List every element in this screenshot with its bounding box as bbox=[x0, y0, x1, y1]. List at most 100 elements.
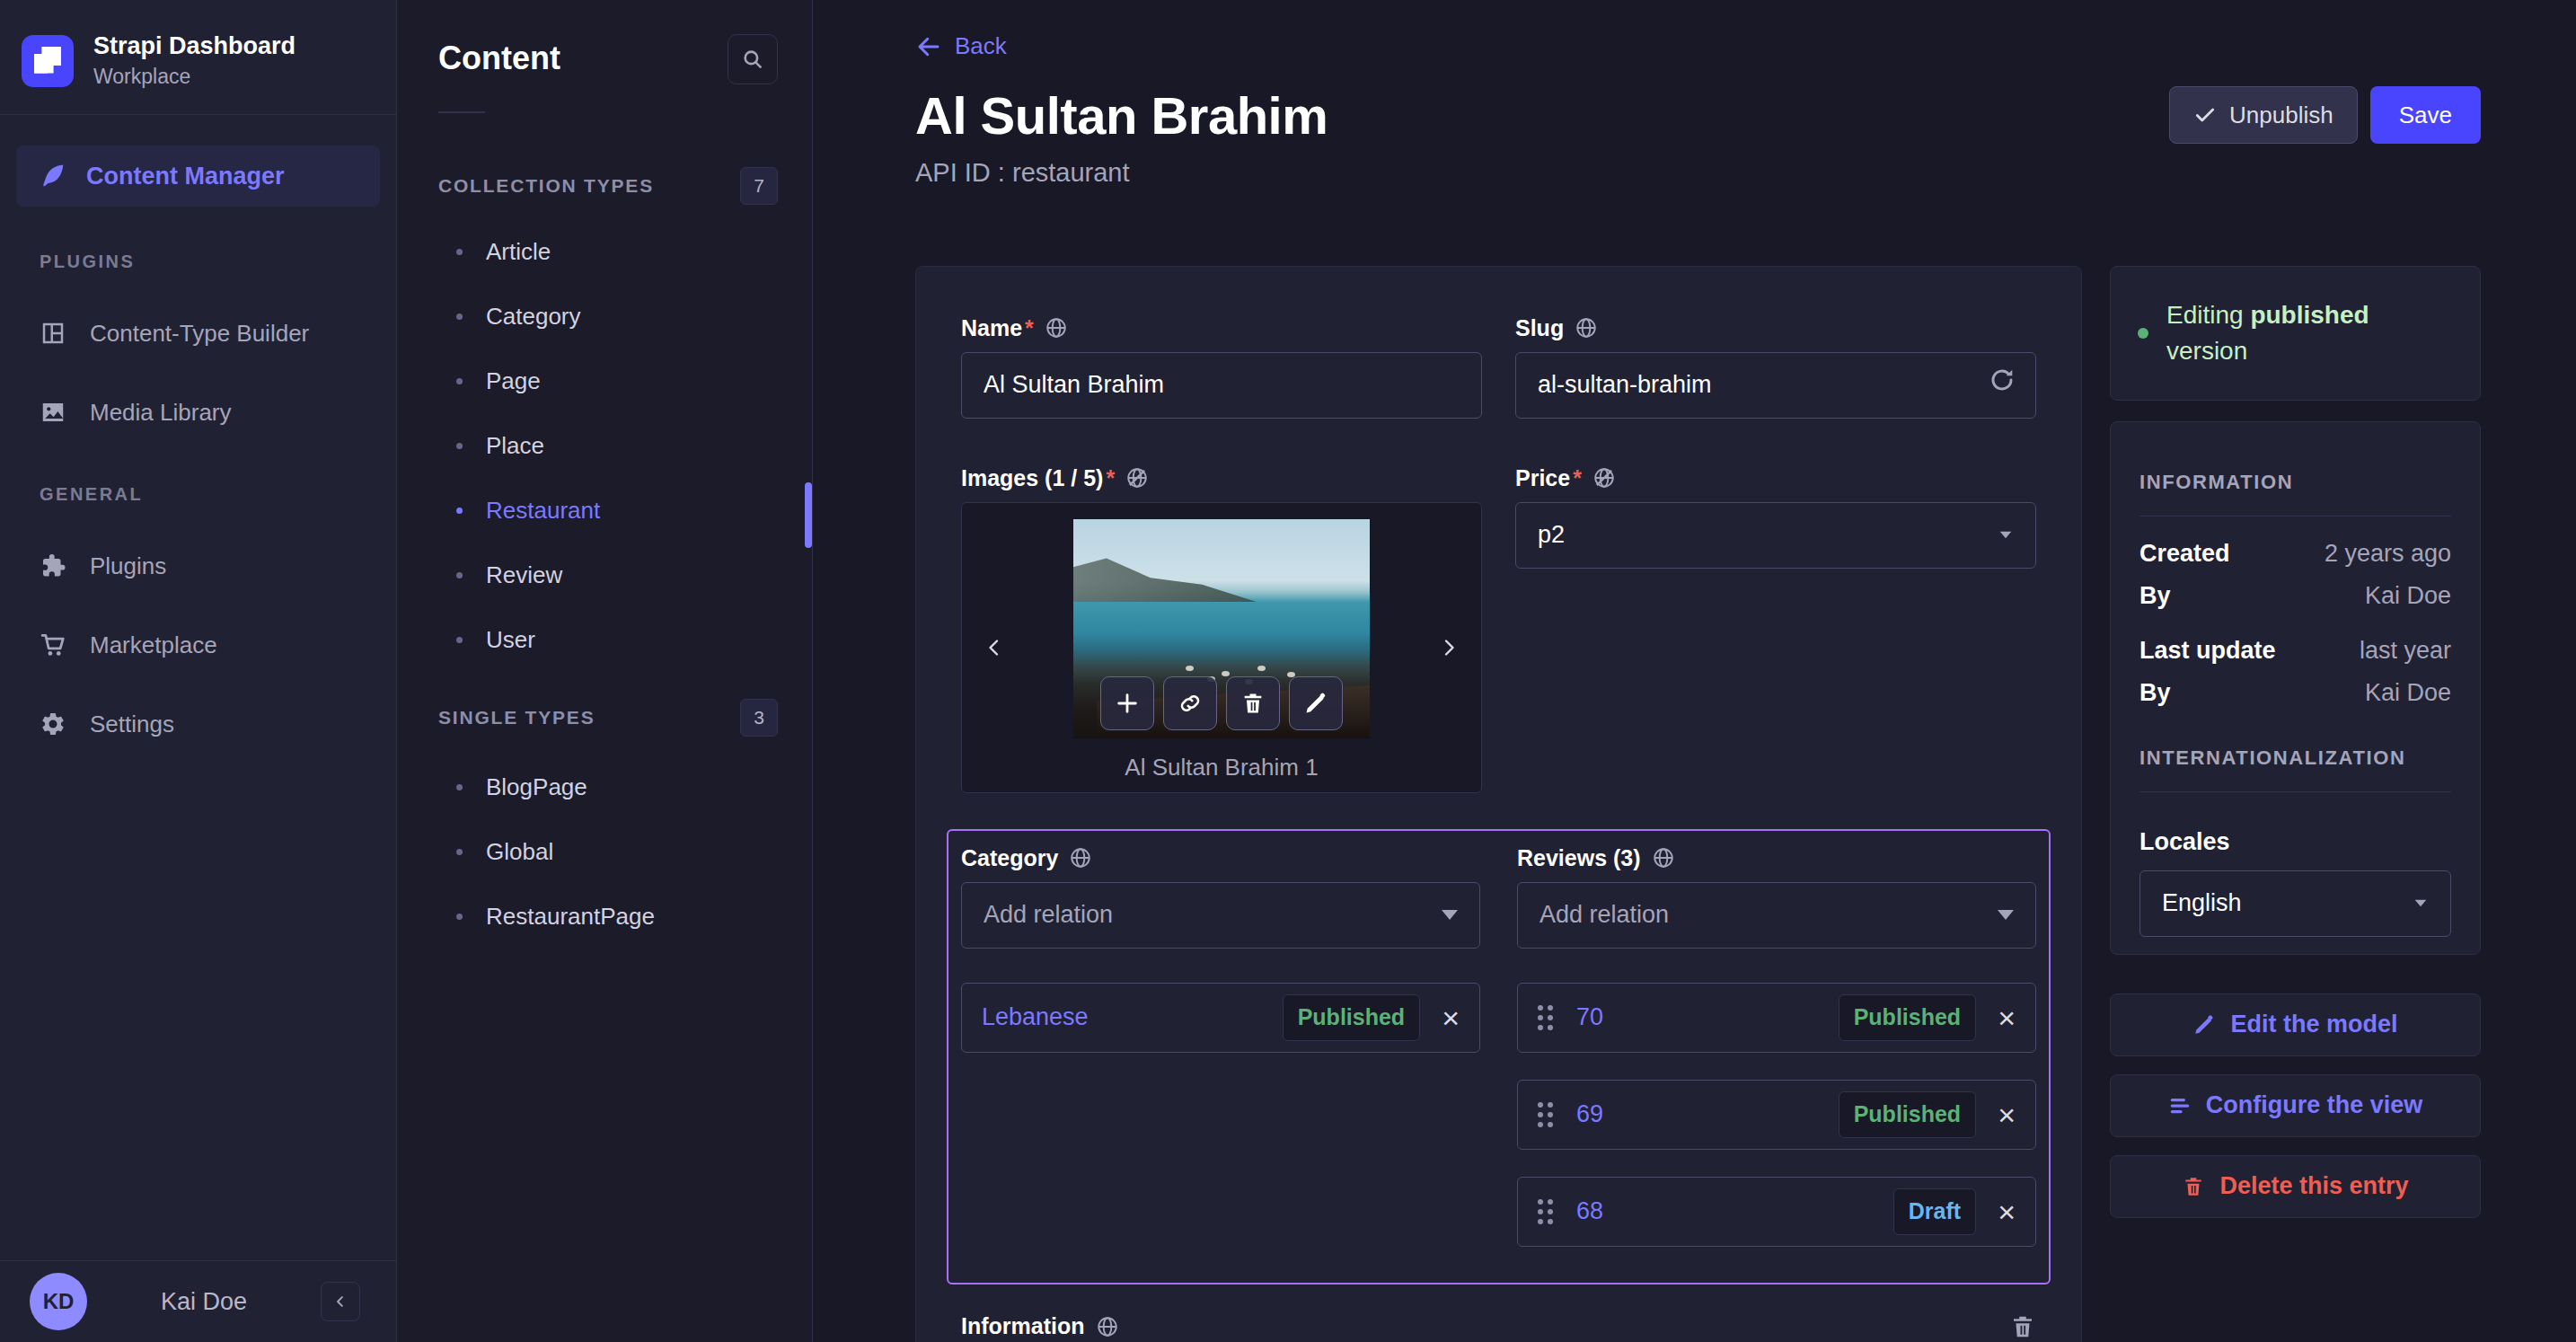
image-caption: Al Sultan Brahim 1 bbox=[962, 754, 1481, 781]
globe-icon bbox=[1575, 316, 1598, 340]
name-input[interactable] bbox=[961, 352, 1482, 419]
drag-handle-icon[interactable] bbox=[1538, 1005, 1553, 1030]
price-select[interactable]: p2 bbox=[1515, 502, 2036, 569]
carousel-prev-button[interactable] bbox=[984, 637, 1005, 658]
chevron-left-icon bbox=[984, 637, 1005, 658]
updated-by-row: ByKai Doe bbox=[2139, 679, 2451, 707]
status-badge: Published bbox=[1839, 994, 1976, 1041]
avatar[interactable]: KD bbox=[30, 1273, 87, 1330]
subnav-item-global[interactable]: Global bbox=[438, 819, 778, 884]
subnav-item-restaurantpage[interactable]: RestaurantPage bbox=[438, 884, 778, 949]
collection-types-label: COLLECTION TYPES bbox=[438, 175, 654, 197]
bullet bbox=[456, 313, 463, 320]
drag-handle-icon[interactable] bbox=[1538, 1199, 1553, 1224]
user-name: Kai Doe bbox=[87, 1288, 321, 1316]
chevron-down-icon bbox=[2415, 900, 2427, 907]
globe-icon bbox=[1069, 846, 1092, 870]
chevron-down-icon bbox=[1442, 910, 1458, 920]
plus-icon bbox=[1115, 691, 1140, 716]
remove-relation-button[interactable]: × bbox=[1998, 1002, 2016, 1033]
carousel-next-button[interactable] bbox=[1438, 637, 1460, 658]
slug-input[interactable] bbox=[1515, 352, 2036, 419]
images-label: Images (1 / 5)* bbox=[961, 465, 1482, 491]
delete-entry-button[interactable]: Delete this entry bbox=[2110, 1155, 2481, 1218]
sidebar-item-settings[interactable]: Settings bbox=[0, 684, 396, 764]
remove-relation-button[interactable]: × bbox=[1998, 1099, 2016, 1130]
relation-item[interactable]: 70 Published × bbox=[1517, 983, 2036, 1053]
single-types-label: SINGLE TYPES bbox=[438, 707, 595, 728]
relations-group: Category Add relation Lebanese Published bbox=[947, 829, 2051, 1285]
trash-icon bbox=[2182, 1175, 2205, 1198]
configure-view-button[interactable]: Configure the view bbox=[2110, 1074, 2481, 1137]
drag-handle-icon[interactable] bbox=[1538, 1102, 1553, 1127]
copy-link-button[interactable] bbox=[1163, 676, 1217, 730]
sidebar-item-label: Media Library bbox=[90, 399, 232, 427]
entry-form-card: Name* Slug bbox=[915, 266, 2082, 1342]
remove-relation-button[interactable]: × bbox=[1998, 1196, 2016, 1227]
relation-item[interactable]: 69 Published × bbox=[1517, 1080, 2036, 1150]
delete-image-button[interactable] bbox=[1226, 676, 1280, 730]
regenerate-icon[interactable] bbox=[1988, 366, 2016, 394]
workspace-brand[interactable]: Strapi Dashboard Workplace bbox=[0, 0, 396, 114]
sidebar-item-media-library[interactable]: Media Library bbox=[0, 373, 396, 452]
slug-field: Slug bbox=[1515, 315, 2036, 419]
relation-link[interactable]: 70 bbox=[1576, 1003, 1603, 1031]
chevron-down-icon bbox=[2000, 532, 2012, 539]
single-types-count: 3 bbox=[740, 699, 778, 737]
collapse-sidebar-button[interactable] bbox=[321, 1282, 360, 1321]
main-navigation: Strapi Dashboard Workplace Content Manag… bbox=[0, 0, 397, 1342]
chevron-left-icon bbox=[332, 1293, 348, 1310]
subnav-item-review[interactable]: Review bbox=[438, 543, 778, 607]
sidebar-item-plugins[interactable]: Plugins bbox=[0, 526, 396, 605]
reviews-add-relation[interactable]: Add relation bbox=[1517, 882, 2036, 949]
information-panel: INFORMATION Created2 years ago ByKai Doe… bbox=[2110, 421, 2481, 955]
scrollbar-indicator[interactable] bbox=[805, 482, 812, 548]
created-by-row: ByKai Doe bbox=[2139, 582, 2451, 610]
subnav-item-category[interactable]: Category bbox=[438, 284, 778, 349]
subnav-item-page[interactable]: Page bbox=[438, 349, 778, 413]
relation-item[interactable]: Lebanese Published × bbox=[961, 983, 1480, 1053]
search-icon bbox=[741, 48, 764, 71]
entry-side-panel: Editing published version INFORMATION Cr… bbox=[2110, 266, 2481, 1218]
edit-image-button[interactable] bbox=[1289, 676, 1343, 730]
edit-model-button[interactable]: Edit the model bbox=[2110, 993, 2481, 1056]
sidebar-item-content-manager[interactable]: Content Manager bbox=[16, 146, 380, 207]
relation-link[interactable]: 69 bbox=[1576, 1100, 1603, 1128]
bullet bbox=[456, 249, 463, 255]
subnav-item-label: Page bbox=[486, 367, 541, 395]
relation-item[interactable]: 68 Draft × bbox=[1517, 1177, 2036, 1247]
subnav-item-article[interactable]: Article bbox=[438, 219, 778, 284]
last-update-row: Last updatelast year bbox=[2139, 637, 2451, 665]
subnav-item-user[interactable]: User bbox=[438, 607, 778, 672]
link-icon bbox=[1178, 691, 1203, 716]
subnav-item-blogpage[interactable]: BlogPage bbox=[438, 755, 778, 819]
user-footer: KD Kai Doe bbox=[0, 1260, 396, 1342]
page-title: Al Sultan Brahim bbox=[915, 85, 1328, 146]
relation-link[interactable]: 68 bbox=[1576, 1197, 1603, 1225]
sidebar-item-content-type-builder[interactable]: Content-Type Builder bbox=[0, 294, 396, 373]
remove-relation-button[interactable]: × bbox=[1442, 1002, 1460, 1033]
subnav-item-label: User bbox=[486, 626, 535, 654]
check-icon bbox=[2193, 103, 2217, 127]
category-label: Category bbox=[961, 845, 1480, 871]
delete-component-icon[interactable] bbox=[2009, 1313, 2036, 1340]
published-dot-icon bbox=[2138, 328, 2148, 339]
unpublish-button[interactable]: Unpublish bbox=[2169, 86, 2358, 144]
locale-select[interactable]: English bbox=[2139, 870, 2451, 937]
subnav-item-place[interactable]: Place bbox=[438, 413, 778, 478]
back-label: Back bbox=[955, 32, 1007, 60]
category-add-relation[interactable]: Add relation bbox=[961, 882, 1480, 949]
edit-view: Back Al Sultan Brahim Unpublish Save API… bbox=[813, 0, 2576, 1342]
add-image-button[interactable] bbox=[1100, 676, 1154, 730]
status-badge: Published bbox=[1283, 994, 1420, 1041]
back-link[interactable]: Back bbox=[915, 32, 1007, 60]
relation-link[interactable]: Lebanese bbox=[982, 1003, 1089, 1031]
collection-types-count: 7 bbox=[740, 167, 778, 205]
sidebar-item-marketplace[interactable]: Marketplace bbox=[0, 605, 396, 684]
save-button[interactable]: Save bbox=[2370, 86, 2481, 144]
search-button[interactable] bbox=[728, 34, 778, 84]
bullet bbox=[456, 508, 463, 514]
version-status-card: Editing published version bbox=[2110, 266, 2481, 401]
subnav-item-restaurant[interactable]: Restaurant bbox=[438, 478, 778, 543]
name-field: Name* bbox=[961, 315, 1482, 419]
